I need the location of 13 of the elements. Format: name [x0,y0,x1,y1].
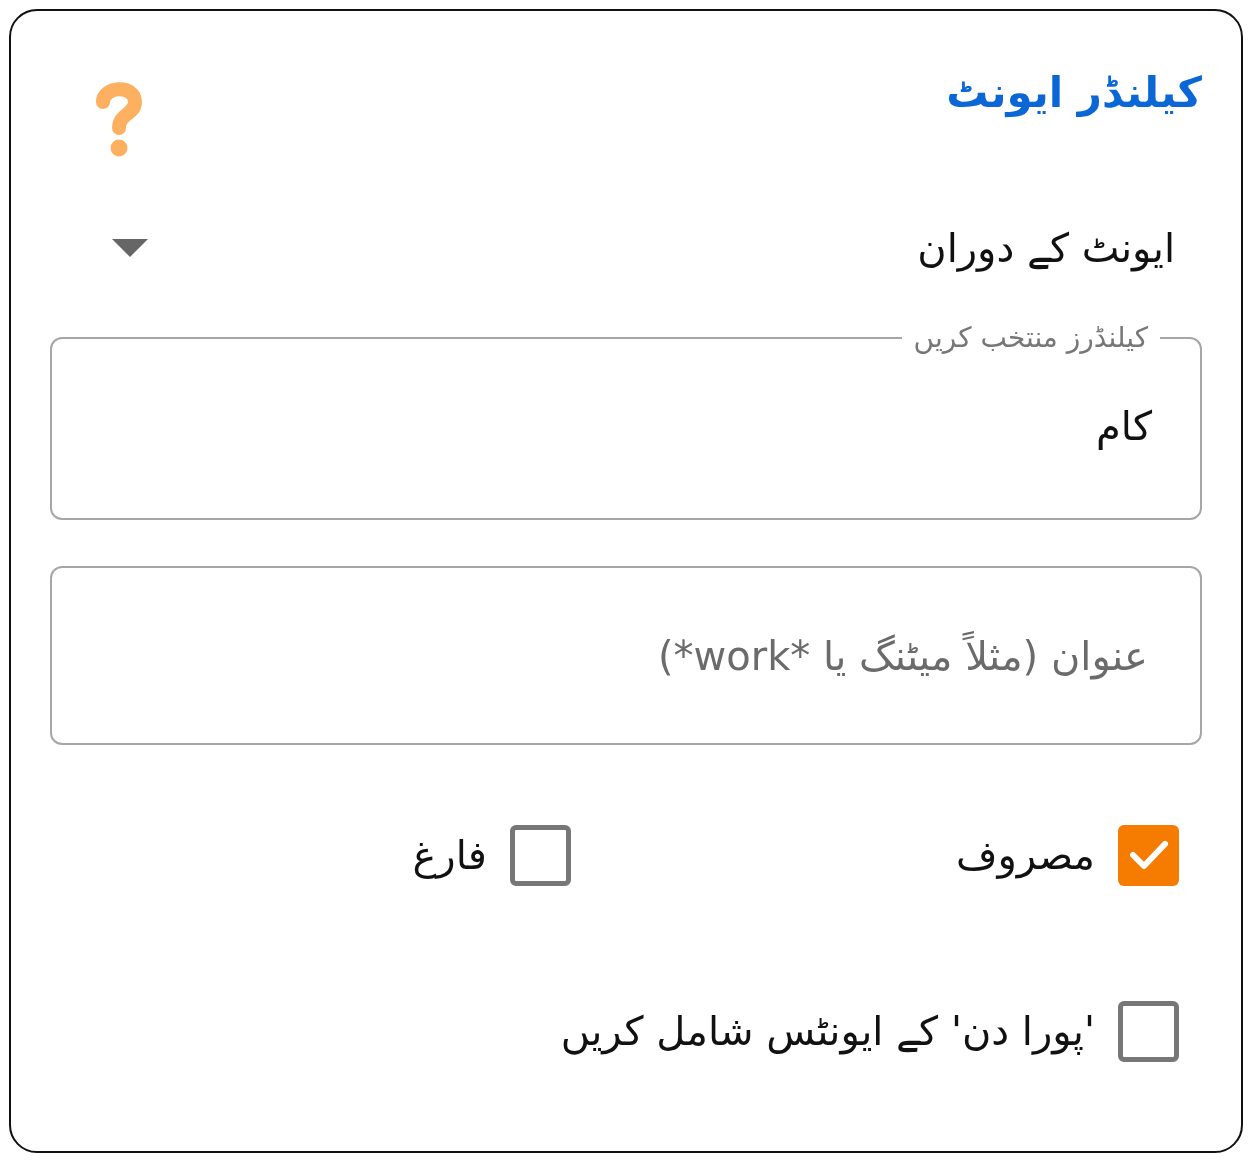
checkbox-label: مصروف [956,831,1095,881]
dialog-title: کیلنڈر ایونٹ [946,67,1202,120]
title-input-field[interactable]: عنوان (مثلاً میٹنگ یا *work*) [50,566,1202,745]
checkbox-label: 'پورا دن' کے ایونٹس شامل کریں [560,1007,1095,1057]
checkbox-label: فارغ [412,831,487,881]
field-label: کیلنڈرز منتخب کریں [912,320,1149,356]
field-value: کام [1095,402,1153,452]
checkbox[interactable] [510,824,571,886]
checkbox[interactable] [1118,824,1179,886]
checkmark-icon [1128,840,1169,870]
checkbox[interactable] [1118,1000,1179,1062]
caret-icon [112,239,148,257]
dropdown[interactable]: ایونٹ کے دوران [50,218,1202,278]
